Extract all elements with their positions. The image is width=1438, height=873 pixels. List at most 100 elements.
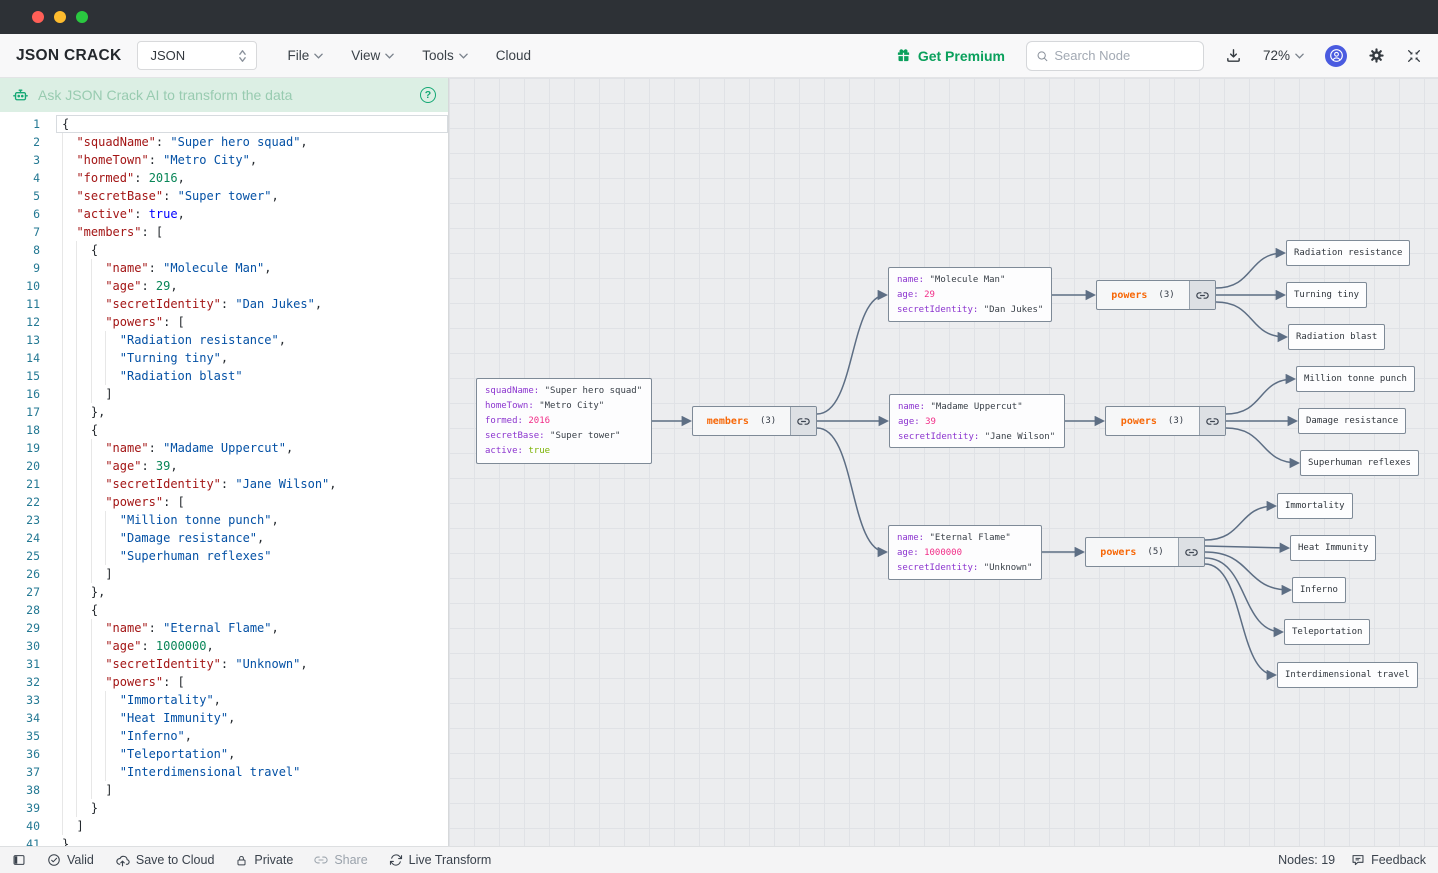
line-content: "powers": [ (56, 493, 448, 511)
graph-leaf-inferno[interactable]: Inferno (1292, 577, 1346, 603)
editor-line-10: 10"age": 29, (0, 277, 448, 295)
private-toggle[interactable]: Private (235, 853, 293, 867)
leaf-node-text: Radiation blast (1296, 332, 1377, 342)
fullscreen-button[interactable] (1406, 48, 1422, 64)
live-transform-toggle[interactable]: Live Transform (389, 853, 492, 867)
indent-guide (91, 709, 105, 727)
line-content: "age": 29, (56, 277, 448, 295)
search-node-box[interactable] (1026, 41, 1204, 71)
indent-guide (91, 313, 105, 331)
graph-node-powers-3[interactable]: powers(5) (1085, 537, 1205, 567)
indent-guide (62, 313, 76, 331)
indent-guide (62, 547, 76, 565)
indent-guide (105, 691, 119, 709)
graph-leaf-teleportation[interactable]: Teleportation (1284, 619, 1370, 645)
leaf-node-text: Immortality (1285, 501, 1345, 511)
app-logo[interactable]: JSON CRACK (16, 47, 121, 65)
sidebar-toggle-button[interactable] (12, 853, 26, 867)
indent-guide (105, 511, 119, 529)
get-premium-button[interactable]: Get Premium (896, 48, 1005, 64)
line-content: } (56, 835, 448, 846)
minimize-window-button[interactable] (54, 11, 66, 23)
editor-line-22: 22"powers": [ (0, 493, 448, 511)
menu-view[interactable]: View (351, 48, 394, 63)
graph-leaf-interdimensional-travel[interactable]: Interdimensional travel (1277, 662, 1418, 688)
child-count: (3) (760, 416, 776, 426)
search-node-input[interactable] (1054, 48, 1194, 63)
line-content: "powers": [ (56, 313, 448, 331)
cloud-upload-icon (115, 853, 130, 868)
expand-collapse-link-button[interactable] (1189, 281, 1215, 309)
valid-status[interactable]: Valid (47, 853, 94, 867)
help-circle-icon[interactable]: ? (420, 87, 436, 103)
format-select[interactable]: JSON (137, 41, 257, 70)
line-content: "secretIdentity": "Dan Jukes", (56, 295, 448, 313)
graph-leaf-heat-immunity[interactable]: Heat Immunity (1290, 535, 1376, 561)
indent-guide (91, 781, 105, 799)
graph-leaf-damage-resistance[interactable]: Damage resistance (1298, 408, 1406, 434)
zoom-window-button[interactable] (76, 11, 88, 23)
graph-node-member-3[interactable]: name: "Eternal Flame"age: 1000000secretI… (888, 525, 1042, 580)
graph-node-root[interactable]: squadName: "Super hero squad"homeTown: "… (476, 378, 652, 464)
line-number: 21 (0, 475, 40, 493)
expand-collapse-link-button[interactable] (1199, 407, 1225, 435)
graph-leaf-radiation-blast[interactable]: Radiation blast (1288, 324, 1385, 350)
editor-line-34: 34"Heat Immunity", (0, 709, 448, 727)
graph-node-member-2[interactable]: name: "Madame Uppercut"age: 39secretIden… (889, 394, 1065, 448)
zoom-control[interactable]: 72% (1263, 48, 1304, 63)
graph-node-members[interactable]: members(3) (692, 406, 817, 436)
editor-line-15: 15"Radiation blast" (0, 367, 448, 385)
line-content: { (56, 601, 448, 619)
line-number: 18 (0, 421, 40, 439)
settings-button[interactable] (1368, 47, 1385, 64)
line-content: "Radiation blast" (56, 367, 448, 385)
editor-line-19: 19"name": "Madame Uppercut", (0, 439, 448, 457)
robot-icon (12, 87, 29, 104)
graph-canvas[interactable]: squadName: "Super hero squad"homeTown: "… (449, 78, 1438, 846)
editor-line-18: 18{ (0, 421, 448, 439)
graph-leaf-turning-tiny[interactable]: Turning tiny (1286, 282, 1367, 308)
indent-guide (76, 727, 90, 745)
feedback-button[interactable]: Feedback (1351, 853, 1426, 867)
expand-collapse-link-button[interactable] (790, 407, 816, 435)
child-count: (3) (1158, 290, 1174, 300)
indent-guide (91, 259, 105, 277)
expand-collapse-link-button[interactable] (1178, 538, 1204, 566)
menu-tools[interactable]: Tools (422, 48, 468, 63)
line-number: 5 (0, 187, 40, 205)
menu-cloud[interactable]: Cloud (496, 48, 531, 63)
graph-node-powers-1[interactable]: powers(3) (1096, 280, 1216, 310)
editor-line-12: 12"powers": [ (0, 313, 448, 331)
indent-guide (76, 529, 90, 547)
indent-guide (76, 799, 90, 817)
line-number: 19 (0, 439, 40, 457)
line-number: 39 (0, 799, 40, 817)
ai-prompt-banner[interactable]: Ask JSON Crack AI to transform the data … (0, 78, 448, 112)
graph-node-member-1[interactable]: name: "Molecule Man"age: 29secretIdentit… (888, 267, 1052, 322)
line-number: 24 (0, 529, 40, 547)
indent-guide (76, 313, 90, 331)
graph-node-powers-2[interactable]: powers(3) (1105, 406, 1226, 436)
line-content: "formed": 2016, (56, 169, 448, 187)
indent-guide (76, 277, 90, 295)
line-number: 16 (0, 385, 40, 403)
graph-leaf-superhuman-reflexes[interactable]: Superhuman reflexes (1300, 450, 1419, 476)
share-button[interactable]: Share (314, 853, 367, 867)
close-window-button[interactable] (32, 11, 44, 23)
graph-leaf-million-tonne-punch[interactable]: Million tonne punch (1296, 366, 1415, 392)
menu-file[interactable]: File (287, 48, 323, 63)
json-editor[interactable]: 1{2"squadName": "Super hero squad",3"hom… (0, 112, 448, 846)
graph-leaf-radiation-resistance[interactable]: Radiation resistance (1286, 240, 1410, 266)
indent-guide (62, 205, 76, 223)
indent-guide (62, 709, 76, 727)
save-to-cloud-button[interactable]: Save to Cloud (115, 853, 215, 868)
indent-guide (62, 223, 76, 241)
indent-guide (76, 259, 90, 277)
download-button[interactable] (1225, 47, 1242, 64)
indent-guide (76, 673, 90, 691)
leaf-node-text: Radiation resistance (1294, 248, 1402, 258)
account-button[interactable] (1325, 45, 1347, 67)
graph-leaf-immortality[interactable]: Immortality (1277, 493, 1353, 519)
line-content: "Teleportation", (56, 745, 448, 763)
editor-line-3: 3"homeTown": "Metro City", (0, 151, 448, 169)
